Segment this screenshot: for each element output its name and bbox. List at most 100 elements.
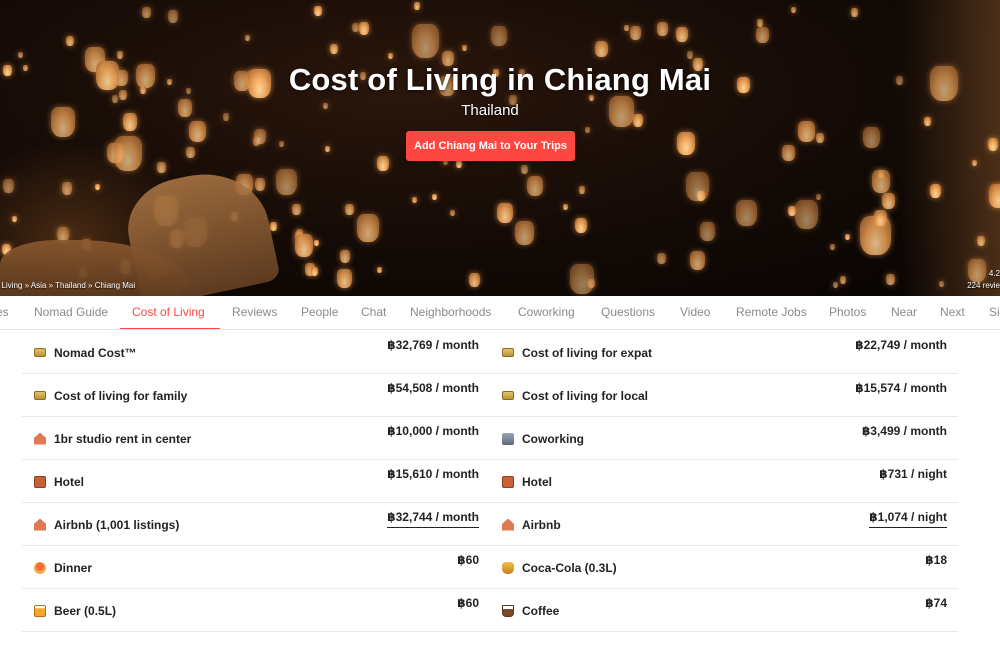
lantern-icon bbox=[570, 264, 594, 294]
cost-label: Hotel bbox=[34, 460, 84, 503]
tab-next[interactable]: Next bbox=[940, 305, 965, 319]
lantern-icon bbox=[657, 253, 666, 264]
lantern-icon bbox=[66, 36, 74, 46]
cost-label-text: Airbnb (1,001 listings) bbox=[54, 517, 180, 532]
lantern-icon bbox=[872, 170, 890, 193]
lantern-icon bbox=[114, 136, 142, 171]
cost-label-text: Cost of living for expat bbox=[522, 345, 653, 360]
lantern-icon bbox=[816, 194, 821, 200]
tab-people[interactable]: People bbox=[301, 305, 338, 319]
lantern-icon bbox=[736, 200, 757, 226]
lantern-icon bbox=[245, 35, 250, 41]
add-to-trips-button[interactable]: Add Chiang Mai to Your Trips bbox=[406, 131, 575, 161]
lantern-icon bbox=[874, 210, 887, 226]
cost-label-text: Hotel bbox=[54, 474, 84, 489]
beer-icon bbox=[34, 604, 46, 617]
cost-label-text: Dinner bbox=[54, 560, 93, 575]
tab-similar[interactable]: Si bbox=[989, 305, 1000, 319]
tab-questions[interactable]: Questions bbox=[601, 305, 655, 319]
lantern-icon bbox=[833, 282, 838, 288]
cost-label: Cost of living for expat bbox=[502, 331, 652, 374]
lantern-icon bbox=[795, 200, 818, 229]
lantern-icon bbox=[676, 27, 688, 42]
lantern-icon bbox=[412, 197, 417, 203]
cost-label: Beer (0.5L) bbox=[34, 589, 116, 632]
lantern-icon bbox=[168, 10, 178, 23]
rating-reviews[interactable]: 224 revie bbox=[967, 280, 1000, 292]
cost-value: ฿22,749 / month bbox=[855, 338, 947, 352]
cost-value: ฿3,499 / month bbox=[861, 424, 947, 438]
house-icon bbox=[34, 518, 46, 531]
lantern-icon bbox=[687, 51, 693, 59]
lantern-icon bbox=[3, 179, 14, 193]
cost-value: ฿15,574 / month bbox=[855, 381, 947, 395]
tab-chat[interactable]: Chat bbox=[361, 305, 386, 319]
cost-label: Nomad Cost™ bbox=[34, 331, 137, 374]
breadcrumb[interactable]: f Living » Asia » Thailand » Chiang Mai bbox=[0, 281, 135, 290]
cost-label: Coworking bbox=[502, 417, 584, 460]
tab-reviews[interactable]: Reviews bbox=[232, 305, 277, 319]
tab-photos[interactable]: Photos bbox=[829, 305, 866, 319]
lantern-icon bbox=[830, 244, 835, 250]
lantern-icon bbox=[521, 165, 528, 174]
lantern-icon bbox=[677, 132, 695, 155]
lantern-icon bbox=[377, 267, 382, 273]
cost-label-text: Cost of living for local bbox=[522, 388, 649, 403]
cost-value: ฿54,508 / month bbox=[387, 381, 479, 395]
lantern-icon bbox=[117, 51, 123, 59]
lantern-icon bbox=[630, 26, 641, 40]
tab-neighborhoods[interactable]: Neighborhoods bbox=[410, 305, 491, 319]
tab-near[interactable]: Near bbox=[891, 305, 917, 319]
cost-label: Cost of living for local bbox=[502, 374, 648, 417]
lantern-icon bbox=[690, 251, 705, 270]
cost-value: ฿10,000 / month bbox=[387, 424, 479, 438]
lantern-icon bbox=[595, 41, 608, 57]
airbnb-month-link[interactable]: ฿32,744 / month bbox=[387, 510, 479, 528]
lantern-icon bbox=[686, 172, 709, 201]
airbnb-night-link[interactable]: ฿1,074 / night bbox=[869, 510, 947, 528]
cost-label-text: Coworking bbox=[522, 431, 584, 446]
lantern-icon bbox=[977, 236, 985, 246]
lantern-icon bbox=[62, 182, 72, 195]
lantern-icon bbox=[377, 156, 389, 171]
tab-cities[interactable]: es bbox=[0, 305, 9, 319]
lantern-icon bbox=[491, 26, 507, 46]
tab-video[interactable]: Video bbox=[680, 305, 710, 319]
cost-label: Cost of living for family bbox=[34, 374, 187, 417]
lantern-icon bbox=[388, 53, 393, 59]
lantern-icon bbox=[295, 234, 313, 257]
soda-icon bbox=[502, 561, 514, 574]
lantern-icon bbox=[845, 234, 850, 240]
tab-cost-of-living[interactable]: Cost of Living bbox=[132, 305, 205, 319]
lantern-icon bbox=[432, 194, 437, 200]
lantern-icon bbox=[450, 210, 455, 216]
money-icon bbox=[502, 348, 514, 357]
table-row: Cost of living for family ฿54,508 / mont… bbox=[22, 374, 958, 417]
tab-coworking[interactable]: Coworking bbox=[518, 305, 575, 319]
lantern-icon bbox=[276, 169, 297, 195]
lantern-icon bbox=[497, 203, 513, 223]
hero-glow bbox=[900, 0, 1000, 296]
lantern-icon bbox=[469, 273, 480, 287]
lantern-icon bbox=[851, 8, 858, 17]
lantern-icon bbox=[863, 127, 880, 148]
hotel-icon bbox=[502, 475, 514, 488]
cost-label-text: Coca-Cola (0.3L) bbox=[522, 560, 617, 575]
lantern-icon bbox=[756, 27, 769, 43]
rating-summary[interactable]: 4.2 224 revie bbox=[967, 268, 1000, 292]
breadcrumb-text[interactable]: f Living » Asia » Thailand » Chiang Mai bbox=[0, 281, 135, 290]
lantern-icon bbox=[254, 129, 266, 144]
lantern-icon bbox=[18, 52, 23, 58]
table-row: Airbnb (1,001 listings) ฿32,744 / month … bbox=[22, 503, 958, 546]
lantern-icon bbox=[414, 2, 420, 10]
lantern-icon bbox=[330, 44, 338, 54]
dinner-icon bbox=[34, 561, 46, 574]
table-row: Dinner ฿60 Coca-Cola (0.3L) ฿18 bbox=[22, 546, 958, 589]
cost-value: ฿15,610 / month bbox=[387, 467, 479, 481]
lantern-icon bbox=[142, 7, 151, 18]
lantern-icon bbox=[791, 7, 796, 13]
tab-remote-jobs[interactable]: Remote Jobs bbox=[736, 305, 807, 319]
cost-label: Hotel bbox=[502, 460, 552, 503]
lantern-icon bbox=[515, 221, 534, 245]
tab-nomad-guide[interactable]: Nomad Guide bbox=[34, 305, 108, 319]
